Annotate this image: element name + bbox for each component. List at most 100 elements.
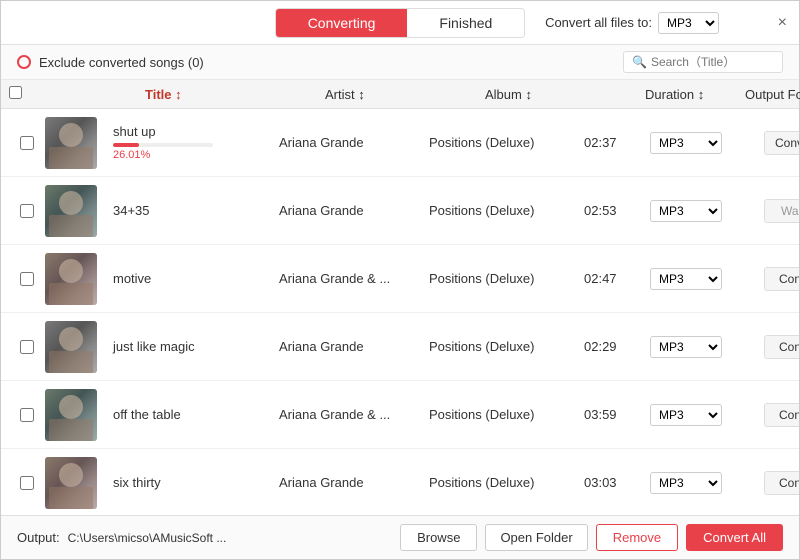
title-cell: just like magic	[105, 339, 275, 354]
table-row: 34+35 Ariana Grande Positions (Deluxe) 0…	[1, 177, 799, 245]
row-checkbox[interactable]	[20, 136, 34, 150]
row-checkbox-cell	[9, 476, 45, 490]
toolbar: Exclude converted songs (0) 🔍	[1, 45, 799, 80]
col-album-header[interactable]: Album ↕	[485, 87, 645, 102]
table-row: off the table Ariana Grande & ... Positi…	[1, 381, 799, 449]
col-artist-header[interactable]: Artist ↕	[325, 87, 485, 102]
tab-finished[interactable]: Finished	[407, 9, 524, 37]
browse-button[interactable]: Browse	[400, 524, 477, 551]
output-path: C:\Users\micso\AMusicSoft ...	[68, 531, 392, 545]
output-label: Output:	[17, 530, 60, 545]
action-cell: Convert ×	[760, 403, 799, 427]
thumbnail-image	[45, 457, 97, 509]
waiting-status-btn: Waiting...	[764, 199, 799, 223]
song-title: 34+35	[113, 203, 275, 218]
convert-button[interactable]: Convert	[764, 471, 799, 495]
progress-bar-fill	[113, 143, 139, 147]
col-output-format-header: Output Format	[745, 87, 800, 102]
duration-cell: 02:53	[580, 203, 650, 218]
song-title: six thirty	[113, 475, 275, 490]
action-cell: Converting ×	[760, 131, 799, 155]
table-row: motive Ariana Grande & ... Positions (De…	[1, 245, 799, 313]
song-title: shut up	[113, 124, 275, 139]
thumbnail-image	[45, 321, 97, 373]
remove-button[interactable]: Remove	[596, 524, 678, 551]
thumbnail	[45, 253, 97, 305]
format-select[interactable]: MP3 MP4 WAV FLAC	[650, 404, 722, 426]
tab-converting[interactable]: Converting	[276, 9, 408, 37]
artist-cell: Ariana Grande	[275, 135, 425, 150]
duration-cell: 03:59	[580, 407, 650, 422]
select-all-checkbox-cell	[9, 86, 45, 102]
action-cell: Convert ×	[760, 471, 799, 495]
artist-cell: Ariana Grande & ...	[275, 271, 425, 286]
tab-group: Converting Finished	[275, 8, 526, 38]
convert-all-files-label: Convert all files to: MP3 MP4 WAV FLAC	[545, 12, 719, 34]
format-cell: MP3 MP4 WAV FLAC	[650, 268, 760, 290]
row-checkbox[interactable]	[20, 408, 34, 422]
thumbnail-image	[45, 117, 97, 169]
search-box: 🔍	[623, 51, 783, 73]
artist-cell: Ariana Grande	[275, 475, 425, 490]
close-button[interactable]: ×	[778, 14, 787, 32]
thumbnail-image	[45, 253, 97, 305]
search-input[interactable]	[651, 55, 774, 69]
row-checkbox[interactable]	[20, 476, 34, 490]
format-cell: MP3 MP4 WAV FLAC	[650, 132, 760, 154]
title-cell: motive	[105, 271, 275, 286]
main-window: Converting Finished Convert all files to…	[0, 0, 800, 560]
table-row: just like magic Ariana Grande Positions …	[1, 313, 799, 381]
search-icon: 🔍	[632, 55, 647, 69]
album-cell: Positions (Deluxe)	[425, 135, 580, 150]
convert-button[interactable]: Convert	[764, 267, 799, 291]
format-select[interactable]: MP3 MP4 WAV FLAC	[650, 268, 722, 290]
open-folder-button[interactable]: Open Folder	[485, 524, 587, 551]
convert-all-button[interactable]: Convert All	[686, 524, 783, 551]
song-title: motive	[113, 271, 275, 286]
select-all-checkbox[interactable]	[9, 86, 22, 99]
duration-cell: 02:29	[580, 339, 650, 354]
table-body: shut up 26.01% Ariana Grande Positions (…	[1, 109, 799, 515]
header-format-select[interactable]: MP3 MP4 WAV FLAC	[658, 12, 719, 34]
action-cell: Waiting... ×	[760, 199, 799, 223]
format-select[interactable]: MP3 MP4 WAV FLAC	[650, 472, 722, 494]
album-cell: Positions (Deluxe)	[425, 407, 580, 422]
thumbnail	[45, 321, 97, 373]
format-select[interactable]: MP3 MP4 WAV FLAC	[650, 132, 722, 154]
row-checkbox[interactable]	[20, 272, 34, 286]
artist-cell: Ariana Grande & ...	[275, 407, 425, 422]
table-row: six thirty Ariana Grande Positions (Delu…	[1, 449, 799, 515]
progress-bar-container	[113, 143, 213, 147]
exclude-checkbox[interactable]	[17, 55, 31, 69]
row-checkbox-cell	[9, 136, 45, 150]
album-cell: Positions (Deluxe)	[425, 271, 580, 286]
row-checkbox[interactable]	[20, 204, 34, 218]
format-cell: MP3 MP4 WAV FLAC	[650, 404, 760, 426]
convert-all-text: Convert all files to:	[545, 15, 652, 30]
exclude-label: Exclude converted songs (0)	[39, 55, 204, 70]
footer: Output: C:\Users\micso\AMusicSoft ... Br…	[1, 515, 799, 559]
col-duration-header[interactable]: Duration ↕	[645, 87, 745, 102]
thumbnail	[45, 117, 97, 169]
thumbnail-image	[45, 185, 97, 237]
duration-cell: 03:03	[580, 475, 650, 490]
thumbnail	[45, 185, 97, 237]
title-cell: shut up 26.01%	[105, 124, 275, 161]
duration-cell: 02:37	[580, 135, 650, 150]
converting-status-btn: Converting	[764, 131, 799, 155]
col-title-header[interactable]: Title ↕	[145, 87, 325, 102]
convert-button[interactable]: Convert	[764, 335, 799, 359]
song-title: off the table	[113, 407, 275, 422]
row-checkbox-cell	[9, 204, 45, 218]
table-row: shut up 26.01% Ariana Grande Positions (…	[1, 109, 799, 177]
row-checkbox-cell	[9, 340, 45, 354]
convert-button[interactable]: Convert	[764, 403, 799, 427]
format-select[interactable]: MP3 MP4 WAV FLAC	[650, 336, 722, 358]
thumbnail	[45, 389, 97, 441]
thumbnail-image	[45, 389, 97, 441]
duration-cell: 02:47	[580, 271, 650, 286]
row-checkbox[interactable]	[20, 340, 34, 354]
format-cell: MP3 MP4 WAV FLAC	[650, 336, 760, 358]
title-cell: 34+35	[105, 203, 275, 218]
format-select[interactable]: MP3 MP4 WAV FLAC	[650, 200, 722, 222]
